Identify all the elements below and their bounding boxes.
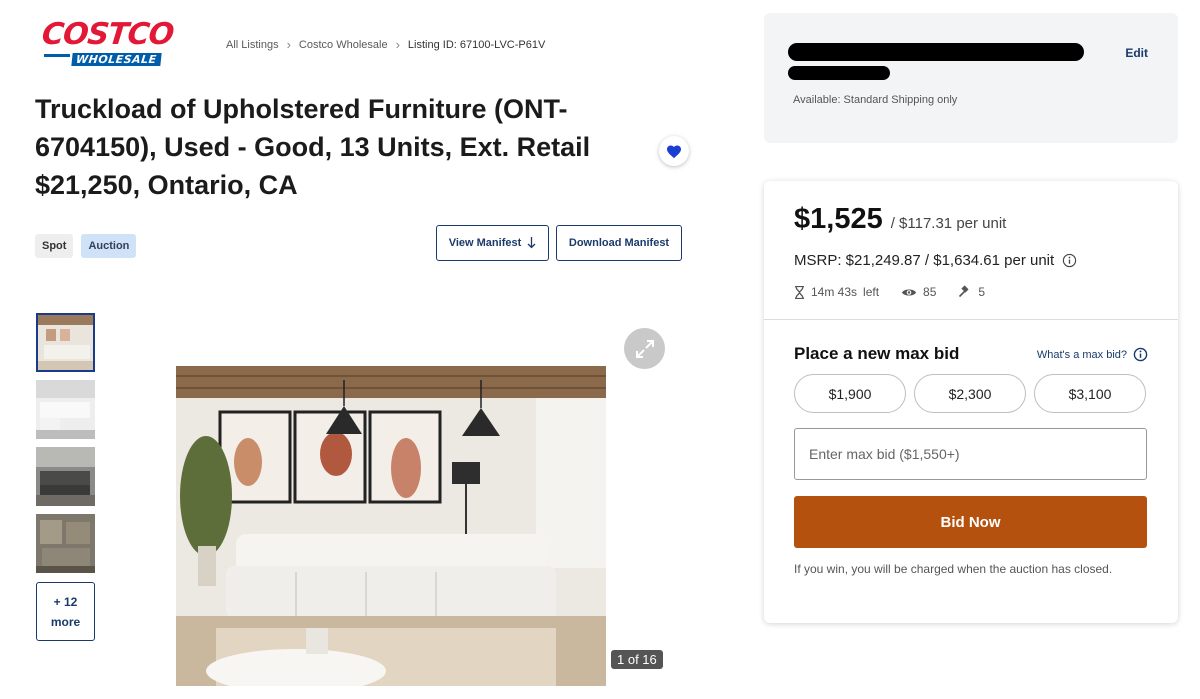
image-counter: 1 of 16: [611, 650, 663, 669]
place-bid-title: Place a new max bid: [794, 344, 960, 363]
auction-stats: 14m 43s left 85 5: [794, 285, 985, 299]
quick-bid-2300[interactable]: $2,300: [914, 374, 1026, 413]
breadcrumb: All Listings › Costco Wholesale › Listin…: [226, 37, 545, 52]
quick-bid-3100[interactable]: $3,100: [1034, 374, 1146, 413]
whats-max-bid-link[interactable]: What's a max bid?: [1037, 347, 1148, 362]
time-left-value: 14m 43s: [811, 285, 858, 299]
shipping-card: Edit Available: Standard Shipping only: [764, 13, 1178, 143]
main-product-image[interactable]: [176, 366, 606, 686]
chevron-right-icon: ›: [286, 37, 291, 52]
whats-max-bid-label: What's a max bid?: [1036, 348, 1127, 361]
max-bid-input[interactable]: [794, 428, 1147, 480]
logo-bar: [44, 54, 70, 57]
tag-auction: Auction: [81, 234, 137, 258]
download-manifest-button[interactable]: Download Manifest: [556, 225, 682, 261]
listing-tags: Spot Auction: [35, 234, 137, 258]
info-icon: [1133, 347, 1148, 362]
download-manifest-label: Download Manifest: [568, 237, 670, 249]
views-count: 85: [923, 285, 937, 299]
sofa-thumbnail-image: [38, 315, 93, 370]
thumbnail-1[interactable]: [36, 313, 95, 372]
expand-icon: [635, 339, 654, 358]
price-per-unit: / $117.31 per unit: [890, 215, 1007, 232]
edit-shipping-link[interactable]: Edit: [1125, 46, 1148, 60]
bids-count: 5: [978, 285, 986, 299]
bid-card: $1,525 / $117.31 per unit MSRP: $21,249.…: [764, 181, 1178, 623]
view-manifest-button[interactable]: View Manifest: [436, 225, 549, 261]
quick-bid-1900[interactable]: $1,900: [794, 374, 906, 413]
heart-icon: [667, 145, 681, 158]
shipping-availability-note: Available: Standard Shipping only: [793, 94, 958, 106]
more-images-label: more: [50, 614, 81, 629]
logo-subtitle: WHOLESALE: [71, 53, 162, 66]
thumbnail-2[interactable]: [36, 380, 95, 439]
pallet-thumbnail-image: [36, 514, 95, 573]
divider: [764, 319, 1178, 320]
charge-note: If you win, you will be charged when the…: [794, 562, 1113, 576]
sectional-thumbnail-image: [36, 380, 95, 439]
dark-sofa-thumbnail-image: [36, 447, 95, 506]
hourglass-icon: [795, 285, 804, 299]
msrp-row: MSRP: $21,249.87 / $1,634.61 per unit: [794, 252, 1077, 269]
expand-image-button[interactable]: [624, 328, 665, 369]
more-images-count: + 12: [53, 594, 78, 609]
msrp-text: MSRP: $21,249.87 / $1,634.61 per unit: [794, 252, 1055, 269]
bid-now-button[interactable]: Bid Now: [794, 496, 1147, 548]
tag-spot: Spot: [35, 234, 74, 258]
more-images-button[interactable]: + 12 more: [36, 582, 95, 641]
breadcrumb-listing-id: Listing ID: 67100-LVC-P61V: [407, 38, 546, 51]
breadcrumb-all-listings[interactable]: All Listings: [226, 39, 279, 51]
redacted-address-line-2: [788, 66, 890, 80]
costco-logo[interactable]: COSTCO WHOLESALE: [40, 17, 192, 66]
breadcrumb-costco-wholesale[interactable]: Costco Wholesale: [299, 39, 388, 51]
thumbnail-4[interactable]: [36, 514, 95, 573]
redacted-address: [788, 43, 1084, 61]
gavel-icon: [959, 285, 969, 298]
view-manifest-label: View Manifest: [448, 237, 522, 249]
eye-icon: [902, 289, 917, 295]
current-price: $1,525: [794, 203, 883, 235]
price-row: $1,525 / $117.31 per unit: [794, 203, 1006, 236]
page-title: Truckload of Upholstered Furniture (ONT-…: [35, 94, 591, 200]
thumbnail-3[interactable]: [36, 447, 95, 506]
sectional-sofa-photo: [176, 366, 606, 686]
arrow-down-icon: [527, 237, 536, 249]
time-left-label: left: [863, 285, 880, 299]
quick-bid-options: $1,900 $2,300 $3,100: [794, 374, 1146, 413]
chevron-right-icon: ›: [395, 37, 400, 52]
info-icon[interactable]: [1062, 253, 1077, 268]
logo-wordmark: COSTCO: [40, 17, 176, 52]
favorite-button[interactable]: [659, 136, 689, 166]
